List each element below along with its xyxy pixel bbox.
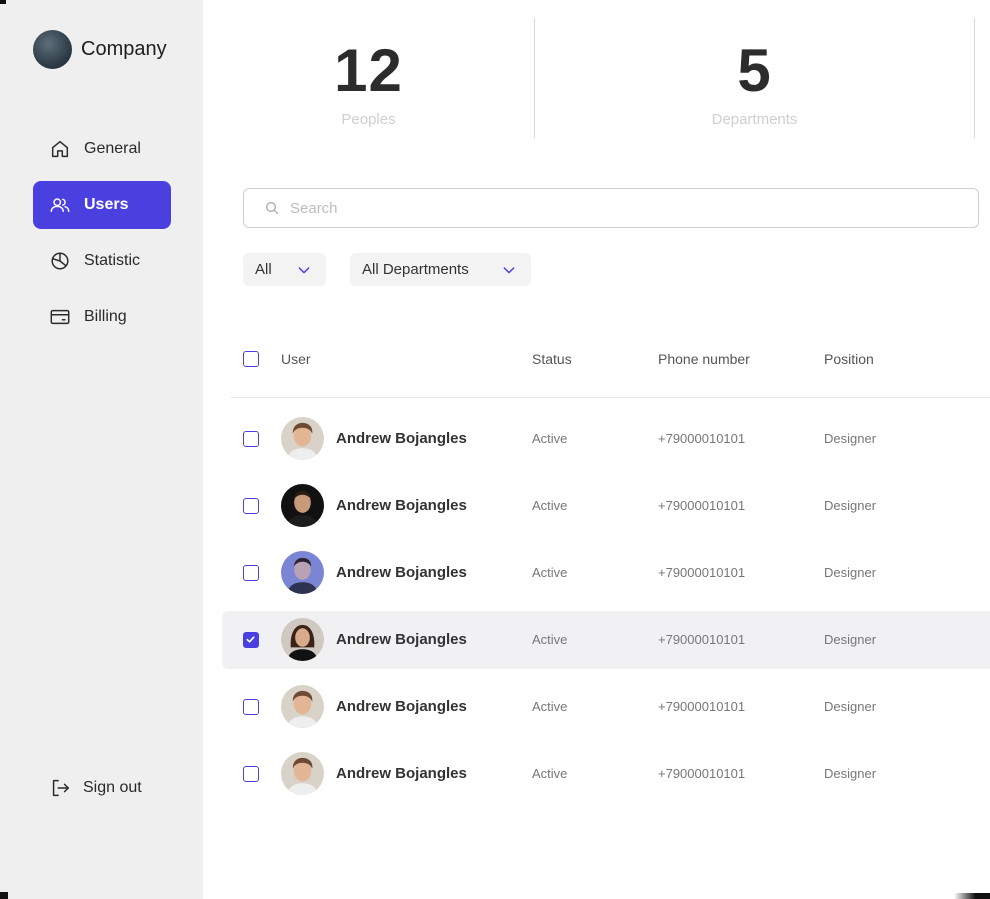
user-phone: +79000010101: [658, 565, 746, 580]
table-row[interactable]: Andrew Bojangles Active +79000010101 Des…: [222, 678, 990, 736]
credit-card-icon: [50, 309, 70, 325]
user-name: Andrew Bojangles: [336, 430, 467, 447]
user-position: Designer: [824, 498, 877, 513]
sidebar-item-label: General: [84, 140, 141, 157]
pie-chart-icon: [51, 252, 69, 270]
stat-value: 12: [334, 37, 403, 104]
user-status: Active: [532, 565, 568, 580]
stat-departments: 5 Departments: [535, 18, 975, 138]
avatar: [281, 484, 324, 527]
row-checkbox[interactable]: [243, 431, 259, 447]
crop-mark: [954, 893, 990, 899]
sidebar-item-label: Billing: [84, 308, 127, 325]
department-filter-dropdown[interactable]: All Departments: [350, 253, 531, 286]
search-icon: [266, 202, 278, 214]
user-phone: +79000010101: [658, 699, 746, 714]
table-row[interactable]: Andrew Bojangles Active +79000010101 Des…: [222, 410, 990, 468]
chevron-down-icon: [298, 266, 310, 273]
user-position: Designer: [824, 632, 877, 647]
column-header-position[interactable]: Position: [824, 351, 874, 367]
company-name: Company: [81, 38, 167, 60]
sidebar-item-billing[interactable]: Billing: [33, 293, 171, 341]
sidebar-item-general[interactable]: General: [33, 125, 171, 173]
avatar: [281, 685, 324, 728]
user-status: Active: [532, 431, 568, 446]
search-bar: [243, 188, 979, 228]
avatar: [281, 551, 324, 594]
department-filter-value: All Departments: [362, 261, 469, 278]
row-checkbox[interactable]: [243, 632, 259, 648]
user-status: Active: [532, 699, 568, 714]
sidebar-nav: General Users Statistic Billing: [33, 125, 171, 349]
sidebar-item-label: Users: [84, 196, 129, 213]
user-phone: +79000010101: [658, 766, 746, 781]
user-phone: +79000010101: [658, 498, 746, 513]
table-row[interactable]: Andrew Bojangles Active +79000010101 Des…: [222, 611, 990, 669]
search-input[interactable]: [290, 199, 930, 217]
sidebar-item-users[interactable]: Users: [33, 181, 171, 229]
user-name: Andrew Bojangles: [336, 698, 467, 715]
sign-out-icon: [52, 779, 69, 797]
column-header-status[interactable]: Status: [532, 351, 572, 367]
checkmark-icon: [246, 636, 255, 643]
crop-mark: [0, 0, 6, 4]
table-header: User Status Phone number Position: [230, 340, 990, 398]
user-status: Active: [532, 766, 568, 781]
user-phone: +79000010101: [658, 431, 746, 446]
user-name: Andrew Bojangles: [336, 564, 467, 581]
table-row[interactable]: Andrew Bojangles Active +79000010101 Des…: [222, 477, 990, 535]
stat-label: Departments: [711, 111, 798, 128]
user-name: Andrew Bojangles: [336, 497, 467, 514]
user-name: Andrew Bojangles: [336, 631, 467, 648]
sign-out-label: Sign out: [83, 779, 142, 796]
avatar: [281, 417, 324, 460]
sidebar: Company General Users Statistic Billing …: [0, 0, 203, 899]
brand[interactable]: Company: [33, 30, 167, 69]
avatar: [281, 618, 324, 661]
user-position: Designer: [824, 766, 877, 781]
sidebar-item-label: Statistic: [84, 252, 141, 269]
column-header-phone[interactable]: Phone number: [658, 351, 750, 367]
stat-value: 5: [737, 37, 772, 104]
users-icon: [50, 198, 70, 213]
stat-peoples: 12 Peoples: [203, 18, 535, 138]
user-status: Active: [532, 632, 568, 647]
user-position: Designer: [824, 699, 877, 714]
company-logo: [33, 30, 72, 69]
row-checkbox[interactable]: [243, 565, 259, 581]
status-filter-dropdown[interactable]: All: [243, 253, 326, 286]
row-checkbox[interactable]: [243, 699, 259, 715]
user-name: Andrew Bojangles: [336, 765, 467, 782]
sign-out-button[interactable]: Sign out: [49, 777, 142, 799]
select-all-checkbox[interactable]: [243, 351, 259, 367]
user-position: Designer: [824, 565, 877, 580]
sidebar-item-statistic[interactable]: Statistic: [33, 237, 171, 285]
row-checkbox[interactable]: [243, 766, 259, 782]
stat-label: Peoples: [341, 111, 396, 128]
crop-mark: [0, 892, 8, 899]
table-row[interactable]: Andrew Bojangles Active +79000010101 Des…: [222, 544, 990, 602]
row-checkbox[interactable]: [243, 498, 259, 514]
table-row[interactable]: Andrew Bojangles Active +79000010101 Des…: [222, 745, 990, 803]
user-phone: +79000010101: [658, 632, 746, 647]
home-icon: [51, 140, 69, 158]
column-header-user[interactable]: User: [281, 351, 311, 367]
chevron-down-icon: [503, 266, 515, 273]
user-position: Designer: [824, 431, 877, 446]
avatar: [281, 752, 324, 795]
user-status: Active: [532, 498, 568, 513]
status-filter-value: All: [255, 261, 272, 278]
